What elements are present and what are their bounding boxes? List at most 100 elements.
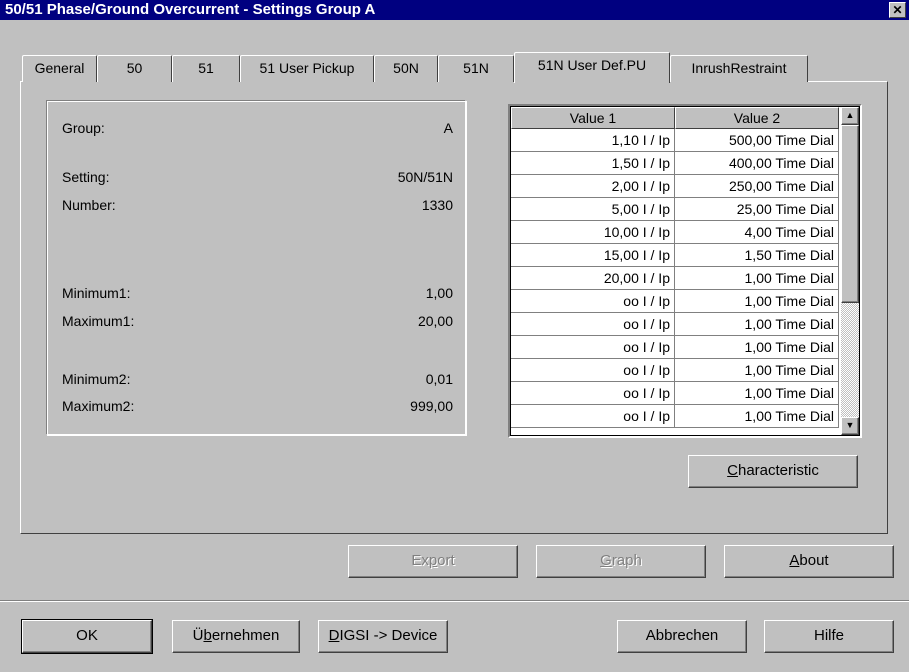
table-row[interactable]: oo I / Ip 1,00 Time Dial [511,405,841,428]
help-button[interactable]: Hilfe [764,620,894,653]
table-scrollbar[interactable]: ▲ ▼ [841,107,859,435]
tab-inrush-restraint[interactable]: InrushRestraint [670,55,808,82]
tab-50n[interactable]: 50N [374,55,438,82]
cell-value1[interactable]: 1,10 I / Ip [511,129,675,152]
cell-value2[interactable]: 250,00 Time Dial [675,175,839,198]
arrow-down-icon: ▼ [845,420,855,430]
cell-value2[interactable]: 1,00 Time Dial [675,382,839,405]
hotkey: b [203,627,212,644]
minimum2-label: Minimum2: [62,371,131,387]
cell-value1[interactable]: oo I / Ip [511,382,675,405]
cell-value1[interactable]: 2,00 I / Ip [511,175,675,198]
characteristic-button[interactable]: Characteristic [688,455,858,488]
cell-value1[interactable]: oo I / Ip [511,359,675,382]
title-bar: 50/51 Phase/Ground Overcurrent - Setting… [0,0,909,20]
scroll-thumb[interactable] [841,125,859,303]
setting-label: Setting: [62,169,110,185]
cell-value2[interactable]: 25,00 Time Dial [675,198,839,221]
bottom-separator [0,600,909,602]
tab-label: 50N [393,60,419,76]
tab-51-user-pickup[interactable]: 51 User Pickup [240,55,374,82]
about-button[interactable]: About [724,545,894,578]
maximum2-value: 999,00 [410,398,453,414]
tab-51n[interactable]: 51N [438,55,514,82]
hotkey: p [428,552,438,569]
cell-value2[interactable]: 1,00 Time Dial [675,313,839,336]
table-row[interactable]: oo I / Ip 1,00 Time Dial [511,313,841,336]
table-row[interactable]: 1,10 I / Ip 500,00 Time Dial [511,129,841,152]
cell-value2[interactable]: 1,00 Time Dial [675,405,839,428]
cell-value2[interactable]: 1,50 Time Dial [675,244,839,267]
tab-label: 51N User Def.PU [537,57,647,73]
button-label: IGSI -> Device [339,627,438,644]
cell-value1[interactable]: oo I / Ip [511,290,675,313]
window-title: 50/51 Phase/Ground Overcurrent - Setting… [5,1,376,18]
table-row[interactable]: 1,50 I / Ip 400,00 Time Dial [511,152,841,175]
hotkey: C [727,462,738,479]
graph-button[interactable]: Graph [536,545,706,578]
cell-value2[interactable]: 1,00 Time Dial [675,267,839,290]
export-button[interactable]: Export [348,545,518,578]
minimum1-value: 1,00 [425,285,453,301]
maximum1-row: Maximum1: 20,00 [47,313,467,333]
button-label: haracteristic [737,462,819,479]
maximum2-row: Maximum2: 999,00 [47,398,467,418]
maximum1-label: Maximum1: [62,313,135,329]
cell-value1[interactable]: 5,00 I / Ip [511,198,675,221]
table-row[interactable]: 10,00 I / Ip 4,00 Time Dial [511,221,841,244]
table-row[interactable]: 20,00 I / Ip 1,00 Time Dial [511,267,841,290]
group-label: Group: [62,120,105,136]
cell-value1[interactable]: 1,50 I / Ip [511,152,675,175]
close-icon: ✕ [892,3,903,17]
tab-label: 51 User Pickup [259,60,355,76]
maximum1-value: 20,00 [417,313,453,329]
cell-value2[interactable]: 4,00 Time Dial [675,221,839,244]
ok-button[interactable]: OK [21,619,153,654]
cell-value2[interactable]: 400,00 Time Dial [675,152,839,175]
minimum2-value: 0,01 [425,371,453,387]
cell-value1[interactable]: oo I / Ip [511,405,675,428]
close-button[interactable]: ✕ [889,2,906,18]
button-label: raph [611,552,642,569]
tab-51n-user-def-pu[interactable]: 51N User Def.PU [514,52,670,83]
info-box: Group: A Setting: 50N/51N Number: 1330 M… [46,100,466,435]
table-row[interactable]: oo I / Ip 1,00 Time Dial [511,290,841,313]
cancel-button[interactable]: Abbrechen [617,620,747,653]
button-label: ernehmen [211,627,280,644]
button-label: OK [76,627,98,644]
column-header-value2[interactable]: Value 2 [675,107,839,129]
characteristic-table[interactable]: Value 1 Value 2 1,10 I / Ip 500,00 Time D… [508,104,862,438]
hotkey: D [328,627,340,644]
cell-value2[interactable]: 1,00 Time Dial [675,359,839,382]
cell-value1[interactable]: oo I / Ip [511,313,675,336]
cell-value1[interactable]: oo I / Ip [511,336,675,359]
button-label: Ü [192,627,204,644]
tab-general[interactable]: General [22,55,97,82]
cell-value2[interactable]: 1,00 Time Dial [675,290,839,313]
number-label: Number: [62,197,116,213]
table-row[interactable]: oo I / Ip 1,00 Time Dial [511,382,841,405]
scroll-up-button[interactable]: ▲ [841,107,859,125]
table-row[interactable]: 5,00 I / Ip 25,00 Time Dial [511,198,841,221]
table-row[interactable]: 2,00 I / Ip 250,00 Time Dial [511,175,841,198]
cell-value1[interactable]: 10,00 I / Ip [511,221,675,244]
tab-50[interactable]: 50 [97,55,172,82]
table-row[interactable]: 15,00 I / Ip 1,50 Time Dial [511,244,841,267]
scroll-down-button[interactable]: ▼ [841,417,859,435]
tab-label: 50 [126,60,143,76]
table-row[interactable]: oo I / Ip 1,00 Time Dial [511,359,841,382]
button-label: Abbrechen [645,627,719,644]
table-row[interactable]: oo I / Ip 1,00 Time Dial [511,336,841,359]
cell-value2[interactable]: 1,00 Time Dial [675,336,839,359]
cell-value2[interactable]: 500,00 Time Dial [675,129,839,152]
digsi-device-button[interactable]: DIGSI -> Device [318,620,448,653]
tab-label: InrushRestraint [691,60,787,76]
cell-value1[interactable]: 20,00 I / Ip [511,267,675,290]
column-header-value1[interactable]: Value 1 [511,107,675,129]
tab-51[interactable]: 51 [172,55,240,82]
apply-button[interactable]: Übernehmen [172,620,300,653]
hotkey: A [789,552,800,569]
button-label: Ex [411,552,429,569]
minimum2-row: Minimum2: 0,01 [47,371,467,391]
cell-value1[interactable]: 15,00 I / Ip [511,244,675,267]
